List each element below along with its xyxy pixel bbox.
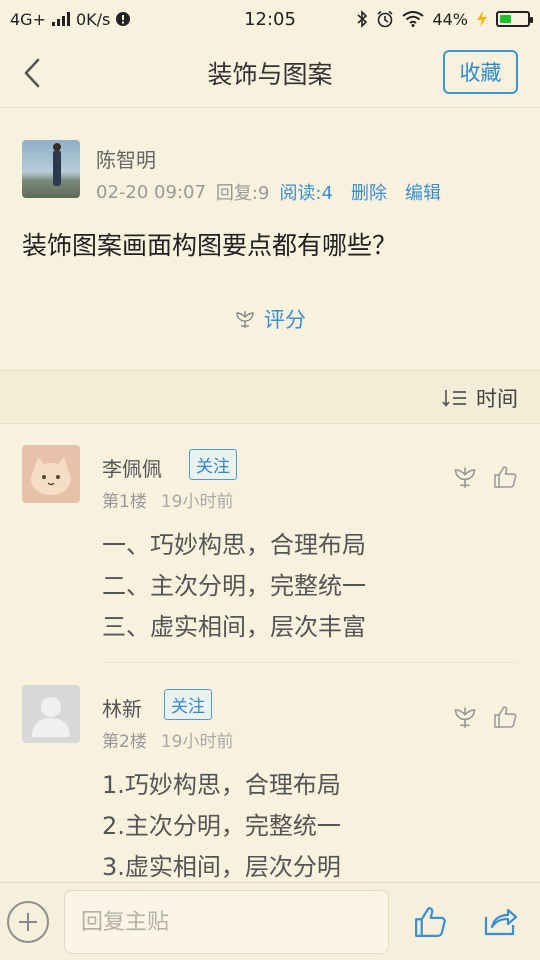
reply-floor: 第2楼 19小时前 (102, 727, 233, 752)
sort-label: 时间 (476, 387, 518, 411)
header: 装饰与图案 收藏 (0, 38, 540, 108)
share-button[interactable] (482, 903, 518, 939)
post-date: 02-20 09:07 (96, 181, 206, 203)
reply-avatar[interactable] (22, 445, 80, 503)
alarm-icon (377, 10, 393, 28)
reply-content: 1.巧妙构思，合理布局 2.主次分明，完整统一 3.虚实相间，层次分明 (102, 765, 341, 888)
floor-number: 第1楼 (102, 492, 147, 512)
cat-avatar-icon (31, 457, 71, 495)
like-post-button[interactable] (412, 903, 448, 941)
reply-count: 回复:9 (215, 183, 270, 204)
signal-icon (51, 12, 70, 26)
bluetooth-icon (357, 10, 368, 28)
sort-icon (442, 390, 466, 407)
add-button[interactable] (7, 901, 49, 943)
reply-item: 李佩佩 关注 第1楼 19小时前 一、巧妙构思，合理布局 二、主次分明，完整统一 … (0, 424, 540, 664)
content-line: 2.主次分明，完整统一 (102, 812, 341, 840)
reply-avatar[interactable] (22, 685, 80, 743)
plus-icon (19, 913, 37, 931)
flower-icon (236, 311, 254, 328)
reply-author[interactable]: 李佩佩 (102, 453, 162, 482)
content-line: 1.巧妙构思，合理布局 (102, 771, 341, 799)
edit-link[interactable]: 编辑 (405, 179, 441, 205)
follow-button[interactable]: 关注 (189, 449, 237, 480)
network-type: 4G+ (10, 9, 46, 29)
status-bar: 4G+ 0K/s 12:05 44% (0, 0, 540, 38)
battery-level (500, 15, 512, 23)
post-meta: 02-20 09:07 回复:9 阅读:4 删除 编辑 (96, 179, 451, 205)
rate-reply-button[interactable] (452, 704, 478, 730)
like-reply-button[interactable] (492, 704, 518, 730)
rate-label: 评分 (264, 308, 306, 332)
bottom-bar (0, 882, 540, 960)
like-reply-button[interactable] (492, 464, 518, 490)
main-post: 陈智明 02-20 09:07 回复:9 阅读:4 删除 编辑 装饰图案画面构图… (0, 108, 540, 370)
author-avatar[interactable] (22, 140, 80, 198)
floor-number: 第2楼 (102, 732, 147, 752)
charging-icon (477, 11, 487, 27)
content-line: 二、主次分明，完整统一 (102, 572, 366, 600)
reply-input[interactable] (64, 890, 389, 954)
favorite-button[interactable]: 收藏 (443, 50, 518, 94)
flower-icon (454, 707, 476, 728)
alert-icon (116, 12, 131, 26)
page-title: 装饰与图案 (207, 59, 333, 89)
status-right: 44% (356, 9, 533, 29)
reply-item: 林新 关注 第2楼 19小时前 1.巧妙构思，合理布局 2.主次分明，完整统一 3… (0, 664, 540, 882)
reply-time: 19小时前 (160, 732, 234, 752)
thumbs-up-icon (494, 706, 517, 728)
default-avatar-icon (32, 697, 70, 737)
battery-percent: 44% (432, 9, 468, 29)
back-button[interactable] (18, 56, 48, 90)
rate-button[interactable]: 评分 (0, 304, 540, 334)
sort-button[interactable]: 时间 (442, 383, 518, 413)
flower-icon (454, 467, 476, 488)
sort-bar: 时间 (0, 370, 540, 424)
reply-divider (102, 662, 518, 663)
network-speed: 0K/s (75, 9, 111, 29)
battery-icon (496, 11, 533, 27)
reply-time: 19小时前 (160, 492, 234, 512)
reply-floor: 第1楼 19小时前 (102, 487, 233, 512)
status-left: 4G+ 0K/s (10, 9, 131, 29)
follow-button[interactable]: 关注 (164, 689, 212, 720)
rate-reply-button[interactable] (452, 464, 478, 490)
read-count: 阅读:4 (279, 183, 333, 204)
content-line: 一、巧妙构思，合理布局 (102, 531, 366, 559)
reply-content: 一、巧妙构思，合理布局 二、主次分明，完整统一 三、虚实相间，层次丰富 (102, 525, 366, 648)
author-name[interactable]: 陈智明 (96, 144, 156, 173)
thumbs-up-icon (415, 907, 446, 937)
content-line: 三、虚实相间，层次丰富 (102, 613, 366, 641)
delete-link[interactable]: 删除 (351, 179, 387, 205)
wifi-icon (402, 11, 425, 27)
thumbs-up-icon (494, 466, 517, 488)
reply-actions (452, 464, 518, 490)
reply-author[interactable]: 林新 (102, 693, 142, 722)
reply-actions (452, 704, 518, 730)
chevron-left-icon (24, 58, 40, 88)
share-icon (484, 908, 518, 936)
post-title: 装饰图案画面构图要点都有哪些？ (22, 231, 398, 260)
